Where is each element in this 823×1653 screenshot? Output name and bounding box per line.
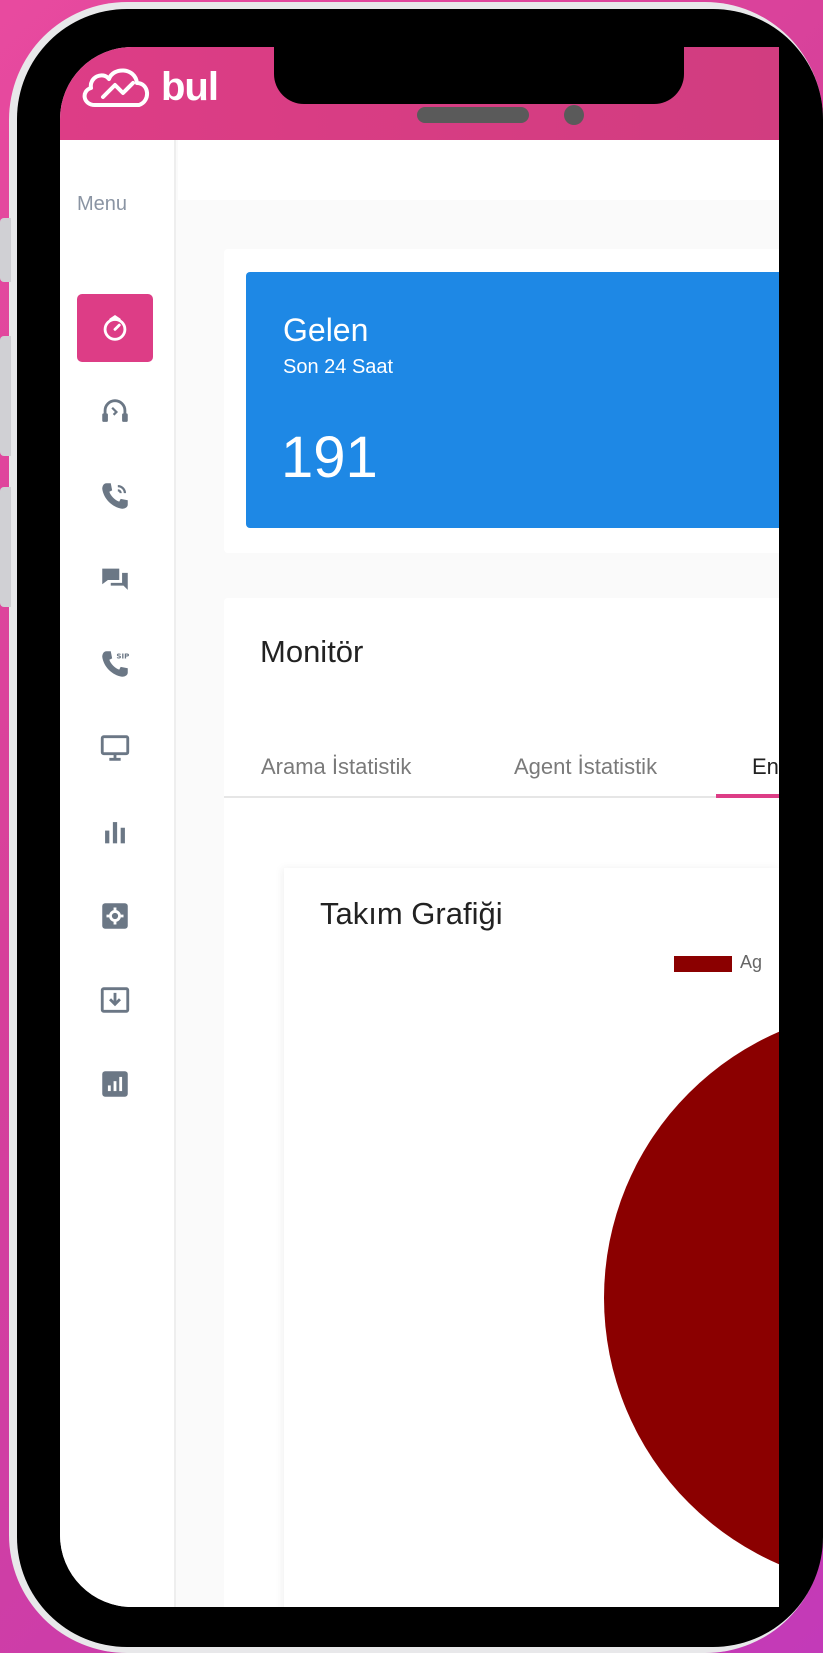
top-bar: bul (60, 47, 779, 140)
sidebar-item-statistics[interactable] (77, 798, 153, 866)
monitor-icon (100, 735, 130, 761)
sip-phone-icon: SIP (102, 651, 129, 677)
phone-camera (564, 105, 584, 125)
team-chart-panel: Takım Grafiği Ag (284, 868, 779, 1607)
volume-up-button (0, 336, 11, 456)
sidebar-item-monitor[interactable] (77, 714, 153, 782)
page-header (178, 140, 779, 200)
sidebar-item-chat[interactable] (77, 546, 153, 614)
sidebar-item-calls[interactable] (77, 462, 153, 530)
legend-label[interactable]: Ag (740, 952, 762, 973)
legend-swatch[interactable] (674, 956, 732, 972)
pie-chart-area (284, 998, 779, 1607)
svg-text:SIP: SIP (116, 651, 129, 660)
stat-value: 191 (281, 425, 378, 490)
screen: bul Menu SIP Gelen Son 24 Saat 191 Monit… (60, 47, 779, 1607)
tab-active[interactable]: En (752, 754, 779, 780)
sidebar: Menu SIP (60, 140, 176, 1607)
monitor-tabs: Arama İstatistik Agent İstatistik En (224, 742, 779, 798)
dashboard-icon (103, 314, 127, 341)
app-logo[interactable]: bul (77, 61, 219, 113)
sidebar-item-download[interactable] (77, 966, 153, 1034)
phone-speaker (417, 107, 529, 123)
sidebar-item-sip[interactable]: SIP (77, 630, 153, 698)
bar-chart-icon (105, 822, 125, 844)
phone-call-icon (102, 483, 128, 509)
headset-icon (102, 399, 128, 422)
incoming-stat-card[interactable]: Gelen Son 24 Saat 191 (246, 272, 779, 528)
stat-subtitle: Son 24 Saat (283, 356, 394, 378)
active-tab-indicator (716, 794, 779, 798)
stat-title: Gelen (283, 312, 369, 348)
pie-slice-0[interactable] (604, 1008, 779, 1588)
volume-down-button (0, 487, 11, 607)
chat-icon (102, 568, 128, 590)
tab-agent-statistics[interactable]: Agent İstatistik (514, 754, 657, 780)
logo-text: bul (161, 64, 219, 109)
sidebar-item-dashboard[interactable] (77, 294, 153, 362)
tab-call-statistics[interactable]: Arama İstatistik (261, 754, 411, 780)
menu-title: Menu (77, 193, 128, 215)
monitor-title: Monitör (260, 634, 364, 669)
sidebar-item-agents[interactable] (77, 378, 153, 446)
pie-chart (604, 1008, 779, 1588)
monitor-card: Monitör Arama İstatistik Agent İstatisti… (224, 598, 779, 1607)
mute-switch (0, 218, 11, 282)
download-icon (100, 987, 130, 1013)
report-icon (102, 1071, 128, 1097)
chart-title: Takım Grafiği (320, 896, 503, 931)
settings-icon (102, 903, 128, 929)
cloud-logo-icon (82, 68, 149, 107)
phone-notch (274, 47, 684, 104)
sidebar-item-settings[interactable] (77, 882, 153, 950)
sidebar-item-reports[interactable] (77, 1050, 153, 1118)
